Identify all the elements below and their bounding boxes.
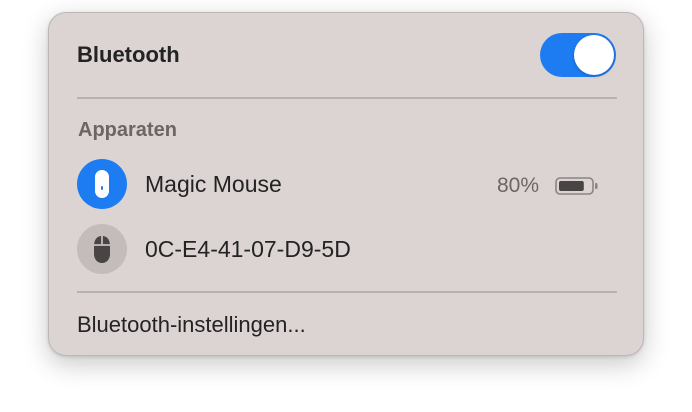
- bluetooth-menu-panel: Bluetooth Apparaten Magic Mouse 80% 0C-E…: [48, 12, 644, 356]
- device-row-unknown-mouse[interactable]: 0C-E4-41-07-D9-5D: [67, 219, 627, 279]
- bluetooth-title: Bluetooth: [77, 42, 180, 67]
- toggle-knob: [574, 35, 614, 75]
- battery-icon: [555, 176, 599, 201]
- divider: [77, 97, 617, 99]
- bluetooth-toggle[interactable]: [540, 33, 616, 77]
- device-name: Magic Mouse: [145, 171, 282, 197]
- bluetooth-settings-link[interactable]: Bluetooth-instellingen...: [77, 312, 306, 338]
- mouse-icon: [77, 224, 127, 274]
- device-name: 0C-E4-41-07-D9-5D: [145, 236, 351, 262]
- magic-mouse-icon: [77, 159, 127, 209]
- device-row-magic-mouse[interactable]: Magic Mouse 80%: [67, 154, 627, 214]
- battery-percentage: 80%: [497, 174, 540, 197]
- devices-section-label: Apparaten: [78, 119, 177, 141]
- divider: [77, 291, 617, 293]
